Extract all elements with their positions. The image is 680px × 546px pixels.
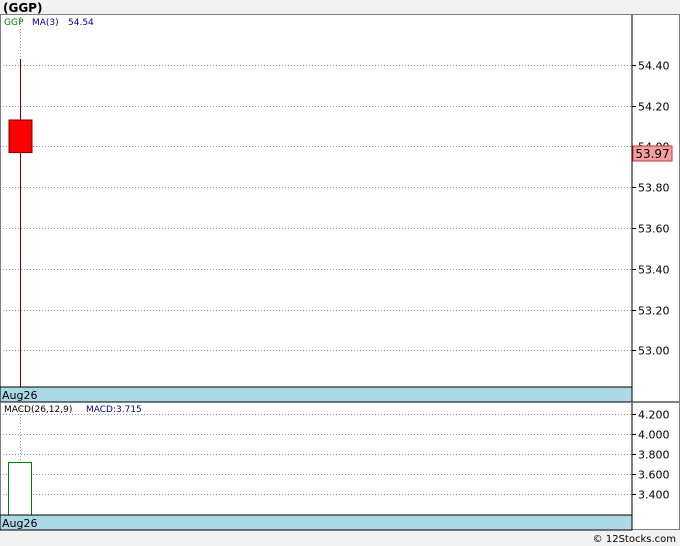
candle-body [8,119,33,154]
price-tick-label: 54.40 [638,60,670,73]
price-tick-label: 53.20 [638,305,670,318]
macd-date-strip [0,514,633,531]
macd-legend-params: MACD(26,12,9) [4,405,72,415]
price-tick-label: 54.20 [638,101,670,114]
macd-legend-value: MACD:3.715 [86,405,142,415]
legend-ma-value: 54.54 [68,18,94,28]
macd-tick-label: 3.800 [638,449,670,462]
price-tick-label: 53.00 [638,345,670,358]
price-tick-label: 53.40 [638,264,670,277]
macd-plot-area [0,402,680,530]
macd-tick-label: 3.600 [638,469,670,482]
price-plot-area [0,14,680,402]
macd-date-label: Aug26 [2,517,37,530]
price-date-strip [0,386,633,403]
macd-tick-label: 4.200 [638,409,670,422]
chart-title: (GGP) [3,1,42,15]
last-price-label: 53.97 [635,147,669,161]
legend-ma-label: MA(3) [32,18,59,28]
footer-credit: © 12Stocks.com [593,534,676,545]
price-legend: GGP MA(3) 54.54 [4,18,94,28]
stock-chart: (GGP) © 12Stocks.com 53.00 53.20 53.40 53.6… [0,0,680,546]
macd-panel: 3.400 3.600 3.800 4.000 4.200 Aug26 MACD(26,… [0,402,680,531]
price-panel: 53.0053.2053.4053.6053.8054.0054.2054.40… [0,14,680,403]
macd-bars [8,462,32,516]
price-date-label: Aug26 [2,389,37,402]
legend-ticker: GGP [4,18,24,28]
macd-tick-label: 4.000 [638,429,670,442]
price-tick-label: 53.80 [638,182,670,195]
macd-tick-label: 3.400 [638,489,670,502]
macd-bar [8,462,32,516]
price-tick-label: 53.60 [638,223,670,236]
